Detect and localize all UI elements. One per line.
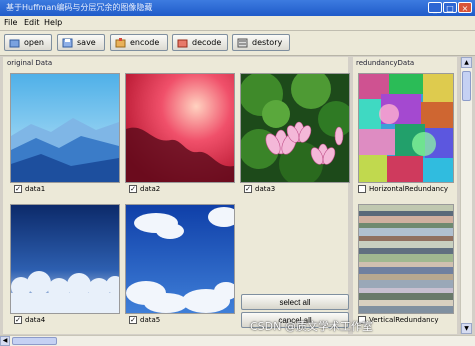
image-vertical-redundancy[interactable] (358, 204, 454, 314)
checkbox-label: data2 (140, 185, 161, 193)
checkbox-box[interactable]: ✓ (129, 316, 137, 324)
checkbox-box[interactable]: ✓ (129, 185, 137, 193)
checkbox-data1[interactable]: ✓ data1 (14, 185, 45, 193)
decode-label: decode (192, 38, 222, 47)
scroll-up-arrow[interactable]: ▲ (461, 57, 472, 68)
decode-icon (177, 38, 188, 48)
menu-help[interactable]: Help (44, 18, 62, 27)
image-data2[interactable] (125, 73, 235, 183)
original-data-label: original Data (7, 59, 53, 67)
menu-edit[interactable]: Edit (24, 18, 40, 27)
window-title: 基于Huffman编码与分层冗余的图像隐藏 (6, 3, 153, 12)
redundancy-data-panel: redundancyData HorizontalRedundancy Vert… (353, 57, 457, 334)
decode-button[interactable]: decode (172, 34, 228, 51)
image-data3[interactable] (240, 73, 350, 183)
checkbox-label: data3 (255, 185, 276, 193)
open-button[interactable]: open (4, 34, 52, 51)
image-data5[interactable] (125, 204, 235, 314)
open-icon (9, 38, 20, 48)
toolbar: open save encode decode destory (0, 31, 475, 56)
horizontal-scrollbar[interactable]: ◀ (0, 335, 475, 346)
menu-bar: File Edit Help (0, 16, 475, 31)
checkbox-label: HorizontalRedundancy (369, 185, 449, 193)
scroll-thumb-horizontal[interactable] (12, 337, 57, 345)
image-horizontal-redundancy[interactable] (358, 73, 454, 183)
menu-file[interactable]: File (4, 18, 17, 27)
open-label: open (24, 38, 44, 47)
checkbox-data4[interactable]: ✓ data4 (14, 316, 45, 324)
image-data4[interactable] (10, 204, 120, 314)
checkbox-data5[interactable]: ✓ data5 (129, 316, 160, 324)
scroll-down-arrow[interactable]: ▼ (461, 323, 472, 334)
redundancy-data-label: redundancyData (356, 59, 415, 67)
checkbox-box[interactable] (358, 185, 366, 193)
checkbox-label: data4 (25, 316, 46, 324)
encode-icon (115, 37, 126, 48)
save-label: save (77, 38, 96, 47)
checkbox-box[interactable]: ✓ (14, 185, 22, 193)
image-data1[interactable] (10, 73, 120, 183)
destroy-icon (237, 38, 248, 48)
window-titlebar: 基于Huffman编码与分层冗余的图像隐藏 _ □ × (0, 0, 475, 16)
checkbox-label: VerticalRedundancy (369, 316, 439, 324)
checkbox-label: data5 (140, 316, 161, 324)
empty-slot (240, 204, 348, 292)
checkbox-horizontal-redundancy[interactable]: HorizontalRedundancy (358, 185, 448, 193)
close-button[interactable]: × (458, 2, 472, 13)
checkbox-data2[interactable]: ✓ data2 (129, 185, 160, 193)
save-button[interactable]: save (57, 34, 105, 51)
save-icon (62, 38, 73, 48)
encode-label: encode (130, 38, 160, 47)
scroll-thumb[interactable] (462, 71, 471, 101)
checkbox-data3[interactable]: ✓ data3 (244, 185, 275, 193)
minimize-button[interactable]: _ (428, 2, 442, 13)
encode-button[interactable]: encode (110, 34, 168, 51)
maximize-button[interactable]: □ (443, 2, 457, 13)
checkbox-box[interactable]: ✓ (244, 185, 252, 193)
original-data-panel: original Data ✓ data1 ✓ data2 ✓ data3 se… (3, 57, 350, 334)
watermark: CSDN @质文学术工作室 (250, 320, 373, 333)
destroy-button[interactable]: destory (232, 34, 290, 51)
select-all-button[interactable]: select all (241, 294, 349, 310)
destroy-label: destory (252, 38, 283, 47)
checkbox-label: data1 (25, 185, 46, 193)
vertical-scrollbar[interactable]: ▲ ▼ (460, 57, 472, 334)
checkbox-box[interactable]: ✓ (14, 316, 22, 324)
